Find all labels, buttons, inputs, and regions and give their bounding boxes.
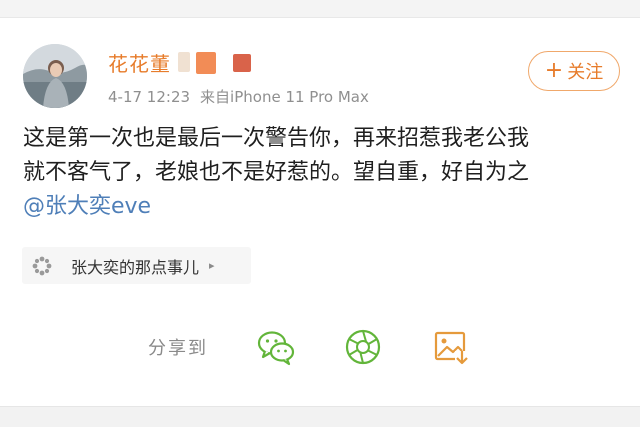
pinwheel-icon [32, 256, 52, 275]
name-blur-mask [233, 54, 251, 72]
post-time: 4-17 12:23 [108, 88, 191, 106]
follow-button[interactable]: + 关注 [528, 51, 620, 91]
plus-icon: + [544, 58, 564, 83]
share-label: 分享到 [148, 338, 208, 359]
follow-label: 关注 [567, 62, 604, 83]
topic-label: 张大奕的那点事儿 [71, 257, 200, 277]
post-meta: 4-17 12:23 来自iPhone 11 Pro Max [108, 86, 369, 107]
top-strip [0, 0, 640, 18]
moments-icon[interactable] [343, 327, 383, 367]
topic-chip[interactable]: 张大奕的那点事儿 ▸ [22, 247, 251, 284]
post-line: 这是第一次也是最后一次警告你，再来招惹我老公我 [23, 126, 530, 151]
post-line: 就不客气了，老娘也不是好惹的。望自重，好自为之 [23, 160, 530, 185]
mention-link[interactable]: @张大奕eve [23, 190, 623, 224]
author-name[interactable]: 花花董 [108, 48, 171, 77]
avatar[interactable] [23, 44, 87, 108]
image-download-icon[interactable] [431, 327, 471, 367]
chevron-right-icon: ▸ [209, 259, 215, 272]
bottom-divider [0, 406, 640, 427]
post-source[interactable]: 来自iPhone 11 Pro Max [200, 88, 369, 106]
name-blur-mask [178, 52, 190, 72]
wechat-icon[interactable] [256, 327, 296, 367]
name-blur-mask [196, 52, 216, 74]
post-text: 这是第一次也是最后一次警告你，再来招惹我老公我 就不客气了，老娘也不是好惹的。望… [23, 122, 623, 224]
